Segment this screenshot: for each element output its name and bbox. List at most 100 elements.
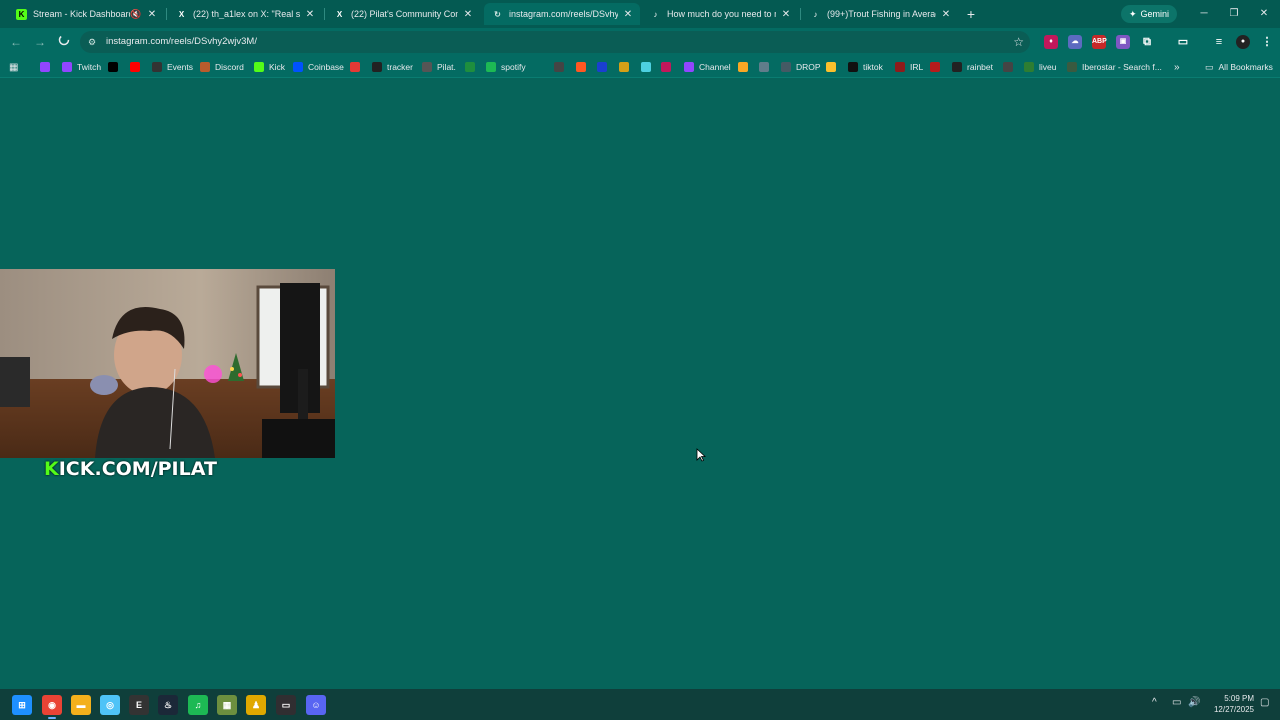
bookmark-item[interactable] [465,60,475,74]
url-text[interactable]: instagram.com/reels/DSvhy2wjv3M/ [106,36,257,47]
tab-separator [800,8,801,20]
drop-icon [781,62,791,72]
network-icon[interactable]: ▭ [1172,697,1181,708]
bookmark-item[interactable] [108,60,118,74]
bookmark-item[interactable] [826,60,836,74]
bookmark-item[interactable]: tiktok [848,60,883,74]
browser-icon[interactable]: ◎ [100,695,120,715]
bookmark-item[interactable]: Twitch [62,60,101,74]
bookmark-item[interactable]: liveu [1024,60,1056,74]
profile-avatar[interactable]: ● [1236,35,1250,49]
kick-logo-letter: K [44,458,59,480]
bookmark-item[interactable] [576,60,586,74]
new-tab-button[interactable]: + [962,5,980,23]
extensions-puzzle-icon[interactable]: ⧉ [1140,35,1154,49]
extension-cloud-icon[interactable]: ☁ [1068,35,1082,49]
tab-x-th-a1lex[interactable]: X (22) th_a1lex on X: "Real shit ✕ [168,3,322,25]
bookmark-item[interactable]: spotify [486,60,526,74]
close-icon[interactable]: ✕ [940,9,952,20]
tiktok-icon: ♪ [653,9,658,19]
minecraft-icon[interactable]: ▦ [217,695,237,715]
bookmark-item[interactable] [597,60,607,74]
bookmark-star-icon[interactable]: ☆ [1013,35,1024,49]
bookmark-item[interactable] [130,60,140,74]
loading-icon: ↻ [494,9,501,19]
extension-shield-icon[interactable]: ♦ [1044,35,1058,49]
close-icon[interactable]: ✕ [780,9,792,20]
events-icon [152,62,162,72]
extension-twitch-icon[interactable]: ▣ [1116,35,1130,49]
close-icon[interactable]: ✕ [146,9,158,20]
discord-icon[interactable]: ☺ [306,695,326,715]
bookmark-item[interactable]: DROP [781,60,821,74]
windows-start-icon[interactable]: ⊞ [12,695,32,715]
stop-loading-button[interactable] [56,34,72,50]
bookmark-item[interactable]: Pilat. [422,60,456,74]
obs-icon[interactable]: ▭ [276,695,296,715]
tab-instagram-reel[interactable]: ↻ instagram.com/reels/DSvhy2wj ✕ [484,3,640,25]
bookmark-item[interactable] [759,60,769,74]
apps-grid-button[interactable]: ▦ [9,60,18,74]
rainbet-icon [952,62,962,72]
bookmark-item[interactable]: Iberostar - Search f... [1067,60,1162,74]
tab-tiktok-how-much[interactable]: ♪ How much do you need to mak ✕ [642,3,798,25]
minimize-button[interactable]: ─ [1196,6,1212,22]
bookmark-item[interactable] [641,60,651,74]
show-hidden-icons-chevron-icon[interactable]: ^ [1152,697,1157,708]
restore-button[interactable]: ❐ [1226,6,1242,22]
media-icon[interactable]: ▭ [1176,35,1190,49]
bookmark-label: Twitch [77,62,102,72]
bookmark-item[interactable]: IRL [895,60,923,74]
back-button[interactable]: ← [8,34,24,50]
all-bookmarks-button[interactable]: ▭ All Bookmarks [1205,60,1273,74]
volume-icon[interactable]: 🔊 [1188,697,1200,708]
site-info-icon[interactable]: ⚙ [88,36,100,48]
close-window-button[interactable]: ✕ [1256,6,1272,22]
bookmark-item[interactable] [554,60,564,74]
address-bar[interactable]: ⚙ instagram.com/reels/DSvhy2wjv3M/ ☆ [80,31,1030,53]
tab-tiktok-trout-fishing[interactable]: ♪ (99+)Trout Fishing in Average V ✕ [802,3,958,25]
x-icon [108,62,118,72]
close-icon[interactable]: ✕ [304,9,316,20]
tab-x-pilat-community[interactable]: X (22) Pilat's Community Commu ✕ [326,3,480,25]
steam-icon[interactable]: ♨ [158,695,178,715]
adblock-plus-icon[interactable]: ABP [1092,35,1107,49]
close-icon[interactable]: ✕ [622,9,634,20]
close-icon[interactable]: ✕ [462,9,474,20]
bookmark-item[interactable]: Channel [684,60,731,74]
muted-speaker-icon[interactable]: 🔇 [130,9,142,20]
file-explorer-icon[interactable]: ▬ [71,695,91,715]
gemini-label: Gemini [1140,9,1170,19]
bookmark-item[interactable] [40,60,50,74]
tab-kick-dashboard[interactable]: K Stream - Kick Dashboard 🔇 ✕ [8,3,164,25]
x-icon: X [336,9,343,19]
bookmark-item[interactable]: Discord [200,60,244,74]
notification-icon[interactable]: ▢ [1260,697,1269,708]
system-clock[interactable]: 5:09 PM 12/27/2025 [1208,693,1254,715]
bookmark-item[interactable]: rainbet [952,60,993,74]
gemini-button[interactable]: ✦ Gemini [1121,5,1178,23]
bookmark-item[interactable]: Coinbase [293,60,344,74]
bookmark-item[interactable]: tracker [372,60,413,74]
bookmark-item[interactable] [350,60,360,74]
spotify-icon[interactable]: ♫ [188,695,208,715]
discord-icon [200,62,210,72]
bookmark-item[interactable] [930,60,940,74]
tab-title: How much do you need to mak [667,9,776,19]
epic-games-icon[interactable]: E [129,695,149,715]
menu-kebab-icon[interactable]: ⋮ [1260,35,1274,49]
reading-list-icon[interactable]: ≡ [1212,35,1226,49]
bookmark-item[interactable] [661,60,671,74]
bookmark-label: liveu [1039,62,1057,72]
bookmark-item[interactable] [738,60,748,74]
forward-button[interactable]: → [32,34,48,50]
bookmark-item[interactable] [1003,60,1013,74]
game-icon[interactable]: ♟ [246,695,266,715]
chrome-icon[interactable]: ◉ [42,695,62,719]
bookmark-item[interactable] [619,60,629,74]
coin-icon [619,62,629,72]
bookmarks-overflow-button[interactable]: » [1174,60,1180,74]
bookmark-item[interactable]: Kick [254,60,285,74]
bookmark-item[interactable]: Events [152,60,193,74]
bookmark-label: Coinbase [308,62,344,72]
